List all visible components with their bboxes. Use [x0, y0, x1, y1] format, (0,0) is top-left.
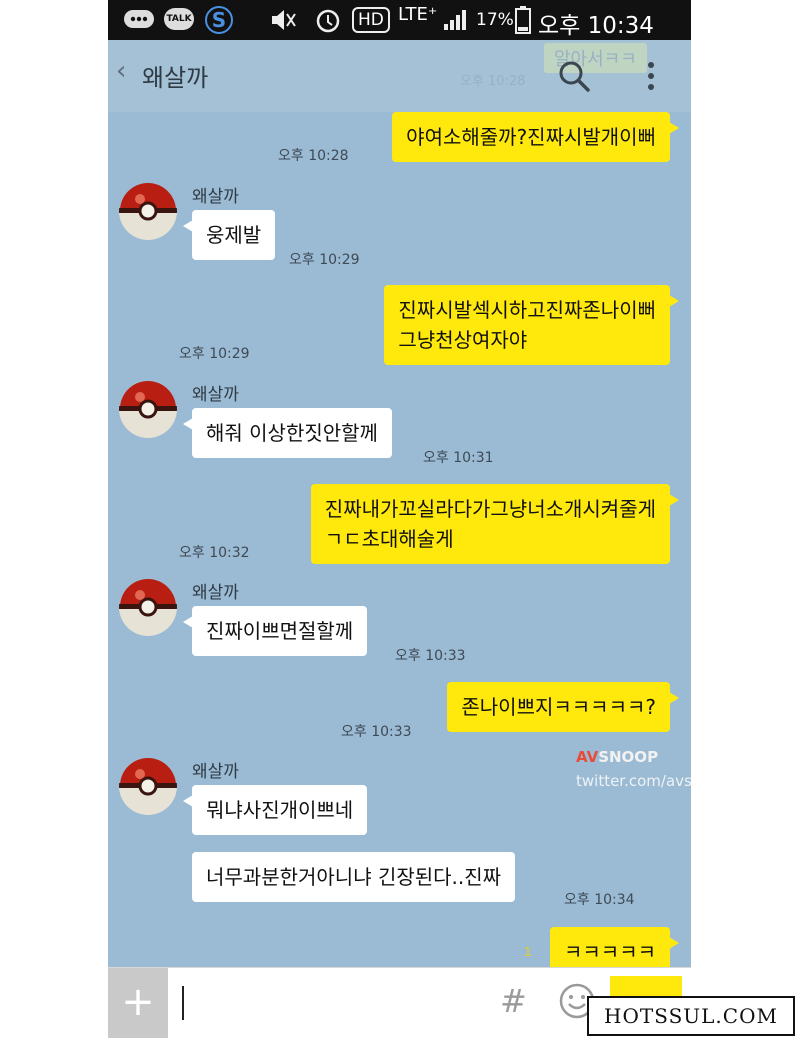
message-time: 오후 10:31	[423, 450, 494, 466]
battery-percent: 17%	[476, 10, 514, 30]
sender-name: 왜살까	[192, 583, 239, 603]
unread-count: 1	[524, 945, 532, 959]
pokeball-avatar[interactable]	[119, 380, 177, 438]
status-bar: TALK S HD LTE⁺ 17% 오후 10:34	[108, 0, 691, 40]
other-message[interactable]: 진짜이쁘면절할께	[182, 606, 368, 656]
message-time: 오후 10:33	[395, 648, 466, 664]
hd-badge: HD	[352, 7, 390, 33]
my-message[interactable]: 야여소해줄까?진짜시발개이뻐	[392, 112, 679, 162]
sender-name: 왜살까	[192, 385, 239, 405]
my-message[interactable]: 진짜내가꼬실라다가그냥너소개시켜줄게 ㄱㄷ초대해술게	[310, 484, 680, 564]
chat-area[interactable]: 야여소해줄까?진짜시발개이뻐 오후 10:28 왜살까 웅제발 오후 10:29…	[108, 112, 691, 977]
svg-text:S: S	[212, 8, 226, 32]
watermark-logo: AVSNOOP	[576, 748, 658, 766]
logo-part-a: AV	[576, 748, 599, 766]
more-icon[interactable]	[646, 60, 656, 92]
message-text: 해줘 이상한짓안할께	[206, 421, 378, 445]
phone-screen: TALK S HD LTE⁺ 17% 오후 10:34 알아서ㅋㅋ 오후 10:…	[108, 0, 691, 1038]
message-time: 오후 10:29	[289, 252, 360, 268]
message-text: 그냥천상여자야	[398, 328, 528, 352]
plus-button[interactable]: +	[108, 968, 168, 1038]
sender-name: 왜살까	[192, 762, 239, 782]
talk-icon: TALK	[164, 8, 194, 30]
message-time: 오후 10:33	[341, 724, 412, 740]
message-time: 오후 10:32	[179, 545, 250, 561]
pokeball-avatar[interactable]	[119, 757, 177, 815]
my-message[interactable]: 진짜시발섹시하고진짜존나이뻐 그냥천상여자야	[384, 285, 679, 365]
mute-icon	[272, 10, 296, 30]
message-icon	[124, 10, 154, 28]
message-text: 진짜시발섹시하고진짜존나이뻐	[398, 298, 656, 322]
pokeball-avatar[interactable]	[119, 182, 177, 240]
watermark-url: twitter.com/avsnoop	[576, 772, 691, 790]
other-message[interactable]: 웅제발	[182, 210, 276, 260]
site-brand-label: HOTSSUL.COM	[587, 996, 795, 1036]
hash-icon[interactable]: #	[500, 982, 527, 1020]
message-text: 뭐냐사진개이쁘네	[206, 798, 354, 822]
pokeball-avatar[interactable]	[119, 578, 177, 636]
message-time: 오후 10:29	[179, 346, 250, 362]
other-message[interactable]: 너무과분한거아니냐 긴장된다..진짜	[192, 852, 516, 902]
battery-icon	[515, 6, 531, 34]
search-icon[interactable]	[556, 58, 592, 94]
other-message[interactable]: 뭐냐사진개이쁘네	[182, 785, 368, 835]
chat-header: 알아서ㅋㅋ 오후 10:28 ‹ 왜살까	[108, 40, 691, 112]
signal-icon	[444, 10, 466, 30]
other-message[interactable]: 해줘 이상한짓안할께	[183, 408, 392, 458]
message-text: ㅋㅋㅋㅋㅋ	[564, 940, 656, 964]
chat-title: 왜살까	[142, 64, 209, 92]
lte-label: LTE⁺	[398, 4, 438, 25]
sender-name: 왜살까	[192, 187, 239, 207]
ghost-time: 오후 10:28	[460, 74, 526, 89]
plus-icon: +	[121, 979, 155, 1025]
s-icon: S	[205, 6, 233, 34]
message-time: 오후 10:34	[564, 892, 635, 908]
text-input[interactable]	[182, 986, 184, 1020]
message-text: 웅제발	[206, 223, 262, 247]
message-text: 야여소해줄까?진짜시발개이뻐	[406, 125, 656, 149]
clock: 오후 10:34	[538, 13, 654, 39]
message-text: 진짜이쁘면절할께	[206, 619, 354, 643]
back-icon[interactable]: ‹	[116, 56, 126, 86]
message-text: ㄱㄷ초대해술게	[324, 527, 454, 551]
message-time: 오후 10:28	[278, 148, 349, 164]
message-text: 너무과분한거아니냐 긴장된다..진짜	[206, 865, 502, 889]
alarm-icon	[316, 9, 340, 33]
message-text: 존나이쁘지ㅋㅋㅋㅋㅋ?	[461, 695, 656, 719]
message-text: 진짜내가꼬실라다가그냥너소개시켜줄게	[324, 497, 656, 521]
my-message[interactable]: 존나이쁘지ㅋㅋㅋㅋㅋ?	[447, 682, 679, 732]
logo-part-b: SNOOP	[598, 748, 659, 766]
